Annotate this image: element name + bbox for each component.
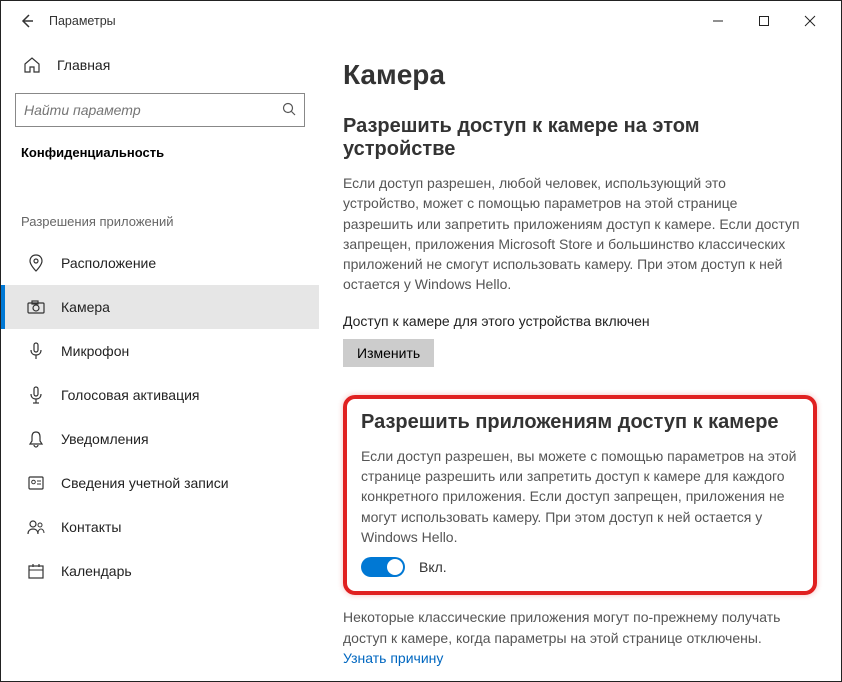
sidebar-item-account[interactable]: Сведения учетной записи (1, 461, 319, 505)
page-title: Камера (343, 59, 817, 91)
search-icon (282, 102, 296, 119)
sidebar-item-label: Камера (61, 299, 110, 315)
app-title: Параметры (49, 14, 116, 28)
home-icon (21, 56, 43, 74)
back-button[interactable] (9, 3, 45, 39)
sidebar-item-contacts[interactable]: Контакты (1, 505, 319, 549)
close-icon (804, 15, 816, 27)
voice-icon (25, 386, 47, 404)
device-access-status: Доступ к камере для этого устройства вкл… (343, 313, 817, 329)
home-button[interactable]: Главная (1, 45, 319, 85)
section2-heading: Разрешить приложениям доступ к камере (361, 411, 799, 434)
sidebar-item-calendar[interactable]: Календарь (1, 549, 319, 593)
camera-icon (25, 300, 47, 314)
titlebar: Параметры (1, 1, 841, 41)
allow-apps-toggle[interactable] (361, 557, 405, 577)
sidebar: Главная Конфиденциальность Разрешения пр… (1, 41, 319, 681)
section1-description: Если доступ разрешен, любой человек, исп… (343, 173, 803, 295)
change-button[interactable]: Изменить (343, 339, 434, 367)
category-label: Конфиденциальность (1, 141, 319, 178)
close-button[interactable] (787, 5, 833, 37)
maximize-button[interactable] (741, 5, 787, 37)
minimize-icon (712, 15, 724, 27)
minimize-button[interactable] (695, 5, 741, 37)
arrow-left-icon (19, 13, 35, 29)
sidebar-item-label: Календарь (61, 563, 132, 579)
search-input[interactable] (24, 102, 282, 118)
sidebar-item-label: Контакты (61, 519, 121, 535)
account-icon (25, 475, 47, 491)
home-label: Главная (57, 57, 110, 73)
section2-description: Если доступ разрешен, вы можете с помощь… (361, 446, 799, 547)
mic-icon (25, 342, 47, 360)
section1-heading: Разрешить доступ к камере на этом устрой… (343, 115, 817, 161)
window-controls (695, 5, 833, 37)
section-label: Разрешения приложений (1, 178, 319, 241)
sidebar-item-label: Микрофон (61, 343, 129, 359)
toggle-label: Вкл. (419, 559, 447, 575)
sidebar-item-notifications[interactable]: Уведомления (1, 417, 319, 461)
sidebar-item-location[interactable]: Расположение (1, 241, 319, 285)
sidebar-item-microphone[interactable]: Микрофон (1, 329, 319, 373)
contacts-icon (25, 519, 47, 535)
calendar-icon (25, 563, 47, 579)
learn-more-link[interactable]: Узнать причину (343, 650, 443, 666)
highlight-box: Разрешить приложениям доступ к камере Ес… (343, 395, 817, 595)
maximize-icon (758, 15, 770, 27)
sidebar-item-label: Расположение (61, 255, 156, 271)
toggle-knob (387, 559, 403, 575)
sidebar-item-camera[interactable]: Камера (1, 285, 319, 329)
classic-apps-note: Некоторые классические приложения могут … (343, 607, 803, 668)
sidebar-item-voice[interactable]: Голосовая активация (1, 373, 319, 417)
sidebar-item-label: Сведения учетной записи (61, 475, 229, 491)
sidebar-item-label: Голосовая активация (61, 387, 200, 403)
search-box[interactable] (15, 93, 305, 127)
sidebar-item-label: Уведомления (61, 431, 149, 447)
main-content: Камера Разрешить доступ к камере на этом… (319, 41, 841, 681)
bell-icon (25, 430, 47, 448)
note-text: Некоторые классические приложения могут … (343, 609, 780, 645)
location-icon (25, 254, 47, 272)
